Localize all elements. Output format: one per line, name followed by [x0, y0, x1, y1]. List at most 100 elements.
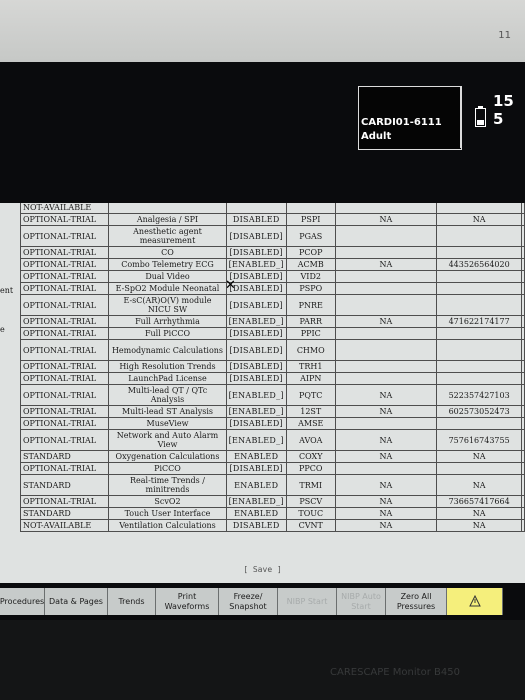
column5-cell: [334, 246, 438, 259]
feature-cell: Full Arrhythmia: [108, 315, 227, 328]
table-row: OPTIONAL-TRIAL E-sC(AR)O(V) module NICU S…: [19, 294, 525, 316]
data-pages-button[interactable]: Data & Pages: [45, 588, 108, 615]
feature-cell: Multi-lead QT / QTc Analysis: [108, 384, 227, 406]
table-row: OPTIONAL-TRIAL Anesthetic agent measureme…: [19, 225, 525, 247]
status-panel: 15 5: [460, 86, 525, 148]
option-type-cell: OPTIONAL-TRIAL: [19, 225, 110, 247]
option-type-cell: OPTIONAL-TRIAL: [19, 429, 110, 451]
state-cell: [DISABLED]: [225, 372, 287, 385]
feature-cell: [108, 203, 227, 214]
column5-cell: [334, 225, 438, 247]
column6-cell: [436, 282, 522, 295]
column6-cell: [436, 417, 522, 430]
alarm-silence-button[interactable]: [447, 588, 503, 615]
option-type-cell: OPTIONAL-TRIAL: [19, 417, 110, 430]
table-row: STANDARD Real-time Trends / minitrends ENA…: [19, 474, 525, 496]
table-row: OPTIONAL-TRIAL Combo Telemetry ECG [ENABLE…: [19, 258, 525, 271]
column6-cell: 522357427103: [436, 384, 522, 406]
nibp-auto-button[interactable]: NIBP Auto Start: [337, 588, 386, 615]
column6-cell: 443526564020: [436, 258, 522, 271]
column6-cell: [436, 203, 522, 214]
alarm-bell-icon: [468, 595, 481, 607]
column5-cell: NA: [334, 315, 438, 328]
table-row: OPTIONAL-TRIAL Analgesia / SPI DISABLED PSP…: [19, 213, 525, 226]
patient-type: Adult: [361, 131, 392, 142]
table-row: OPTIONAL-TRIAL ScvO2 [ENABLED_] PSCV NA 73665…: [19, 495, 525, 508]
column5-cell: [334, 294, 438, 316]
state-cell: [DISABLED]: [225, 339, 287, 361]
code-cell: AMSE: [285, 417, 336, 430]
code-cell: TRH1: [285, 360, 336, 373]
feature-cell: Oxygenation Calculations: [108, 450, 227, 463]
column6-cell: [436, 270, 522, 283]
code-cell: COXY: [285, 450, 336, 463]
table-row: OPTIONAL-TRIAL High Resolution Trends [DIS…: [19, 360, 525, 373]
column6-cell: NA: [436, 507, 522, 520]
code-cell: TRMI: [285, 474, 336, 496]
table-row: OPTIONAL-TRIAL Network and Auto Alarm Vie…: [19, 429, 525, 451]
column6-cell: [436, 327, 522, 340]
table-row: OPTIONAL-TRIAL Dual Video [DISABLED] VID2: [19, 270, 525, 283]
state-cell: [ENABLED_]: [225, 405, 287, 418]
column6-cell: NA: [436, 519, 522, 532]
code-cell: PNRE: [285, 294, 336, 316]
feature-cell: E-SpO2 Module Neonatal: [108, 282, 227, 295]
freeze-snapshot-button[interactable]: Freeze/ Snapshot: [219, 588, 278, 615]
left-cutoff-text: ent: [0, 286, 14, 295]
state-cell: [ENABLED_]: [225, 258, 287, 271]
code-cell: AVOA: [285, 429, 336, 451]
patient-id: CARDI01-6111: [361, 117, 442, 128]
option-type-cell: STANDARD: [19, 507, 110, 520]
feature-cell: MuseView: [108, 417, 227, 430]
feature-cell: High Resolution Trends: [108, 360, 227, 373]
column5-cell: NA: [334, 405, 438, 418]
option-type-cell: OPTIONAL-TRIAL: [19, 258, 110, 271]
option-type-cell: NOT-AVAILABLE: [19, 203, 110, 214]
code-cell: PQTC: [285, 384, 336, 406]
column6-cell: [436, 246, 522, 259]
column5-cell: [334, 462, 438, 475]
column5-cell: [334, 417, 438, 430]
column6-cell: [436, 339, 522, 361]
feature-cell: Network and Auto Alarm View: [108, 429, 227, 451]
procedures-button[interactable]: Procedures: [0, 588, 45, 615]
table-row: OPTIONAL-TRIAL E-SpO2 Module Neonatal [DIS…: [19, 282, 525, 295]
option-type-cell: OPTIONAL-TRIAL: [19, 246, 110, 259]
zero-all-pressures-button[interactable]: Zero All Pressures: [386, 588, 447, 615]
trends-button[interactable]: Trends: [108, 588, 156, 615]
feature-cell: Full PiCCO: [108, 327, 227, 340]
column5-cell: NA: [334, 258, 438, 271]
status-value: 15 5: [493, 92, 514, 128]
nibp-start-button[interactable]: NIBP Start: [278, 588, 337, 615]
state-cell: [DISABLED]: [225, 417, 287, 430]
column6-cell: 736657417664: [436, 495, 522, 508]
column5-cell: NA: [334, 450, 438, 463]
feature-cell: Touch User Interface: [108, 507, 227, 520]
table-row: OPTIONAL-TRIAL Full Arrhythmia [ENABLED_] P…: [19, 315, 525, 328]
feature-cell: Ventilation Calculations: [108, 519, 227, 532]
column5-cell: [334, 282, 438, 295]
column5-cell: NA: [334, 507, 438, 520]
patient-info-box[interactable]: CARDI01-6111 Adult: [358, 86, 462, 150]
state-cell: [ENABLED_]: [225, 384, 287, 406]
print-waveforms-button[interactable]: Print Waveforms: [156, 588, 219, 615]
column5-cell: NA: [334, 495, 438, 508]
code-cell: CHMO: [285, 339, 336, 361]
column5-cell: [334, 327, 438, 340]
column6-cell: NA: [436, 213, 522, 226]
table-row: NOT-AVAILABLE Ventilation Calculations DIS…: [19, 519, 525, 532]
column5-cell: NA: [334, 474, 438, 496]
battery-icon: [475, 106, 486, 127]
save-button[interactable]: [ Save ]: [0, 565, 525, 574]
state-cell: DISABLED: [225, 519, 287, 532]
table-row: STANDARD Oxygenation Calculations ENABLED C…: [19, 450, 525, 463]
code-cell: PARR: [285, 315, 336, 328]
cursor-x-icon: ✕: [225, 278, 236, 293]
code-cell: PSPI: [285, 213, 336, 226]
column5-cell: NA: [334, 384, 438, 406]
state-cell: [ENABLED_]: [225, 495, 287, 508]
option-type-cell: OPTIONAL-TRIAL: [19, 327, 110, 340]
column5-cell: [334, 203, 438, 214]
table-row: OPTIONAL-TRIAL Multi-lead ST Analysis [ENA…: [19, 405, 525, 418]
column5-cell: [334, 270, 438, 283]
